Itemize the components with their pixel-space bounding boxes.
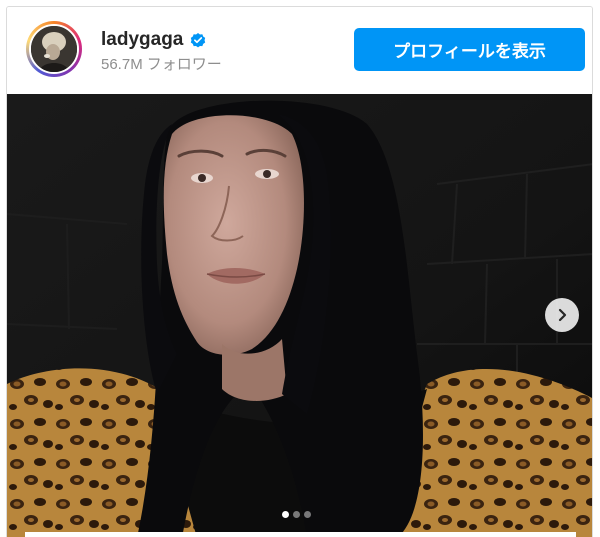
media-bottom-edge (25, 532, 576, 537)
carousel-indicator (282, 511, 311, 518)
carousel-dot-1 (282, 511, 289, 518)
followers-info: 56.7M フォロワー (101, 56, 222, 74)
followers-count: 56.7M (101, 56, 143, 73)
avatar-story-ring[interactable] (26, 21, 82, 77)
instagram-embed: ladygaga 56.7M フォロワー プロフィールを表示 (6, 6, 593, 537)
carousel-dot-3 (304, 511, 311, 518)
followers-label: フォロワー (146, 56, 222, 73)
view-profile-button[interactable]: プロフィールを表示 (354, 28, 585, 71)
username[interactable]: ladygaga (101, 29, 183, 51)
post-header: ladygaga 56.7M フォロワー プロフィールを表示 (7, 7, 592, 94)
next-slide-button[interactable] (545, 298, 579, 332)
verified-badge-icon (191, 33, 206, 48)
carousel-dot-2 (293, 511, 300, 518)
post-photo (7, 94, 592, 537)
chevron-right-icon (558, 308, 567, 322)
avatar[interactable] (29, 24, 79, 74)
avatar-image (31, 26, 77, 72)
username-row: ladygaga (101, 29, 207, 51)
post-media[interactable] (7, 94, 592, 537)
